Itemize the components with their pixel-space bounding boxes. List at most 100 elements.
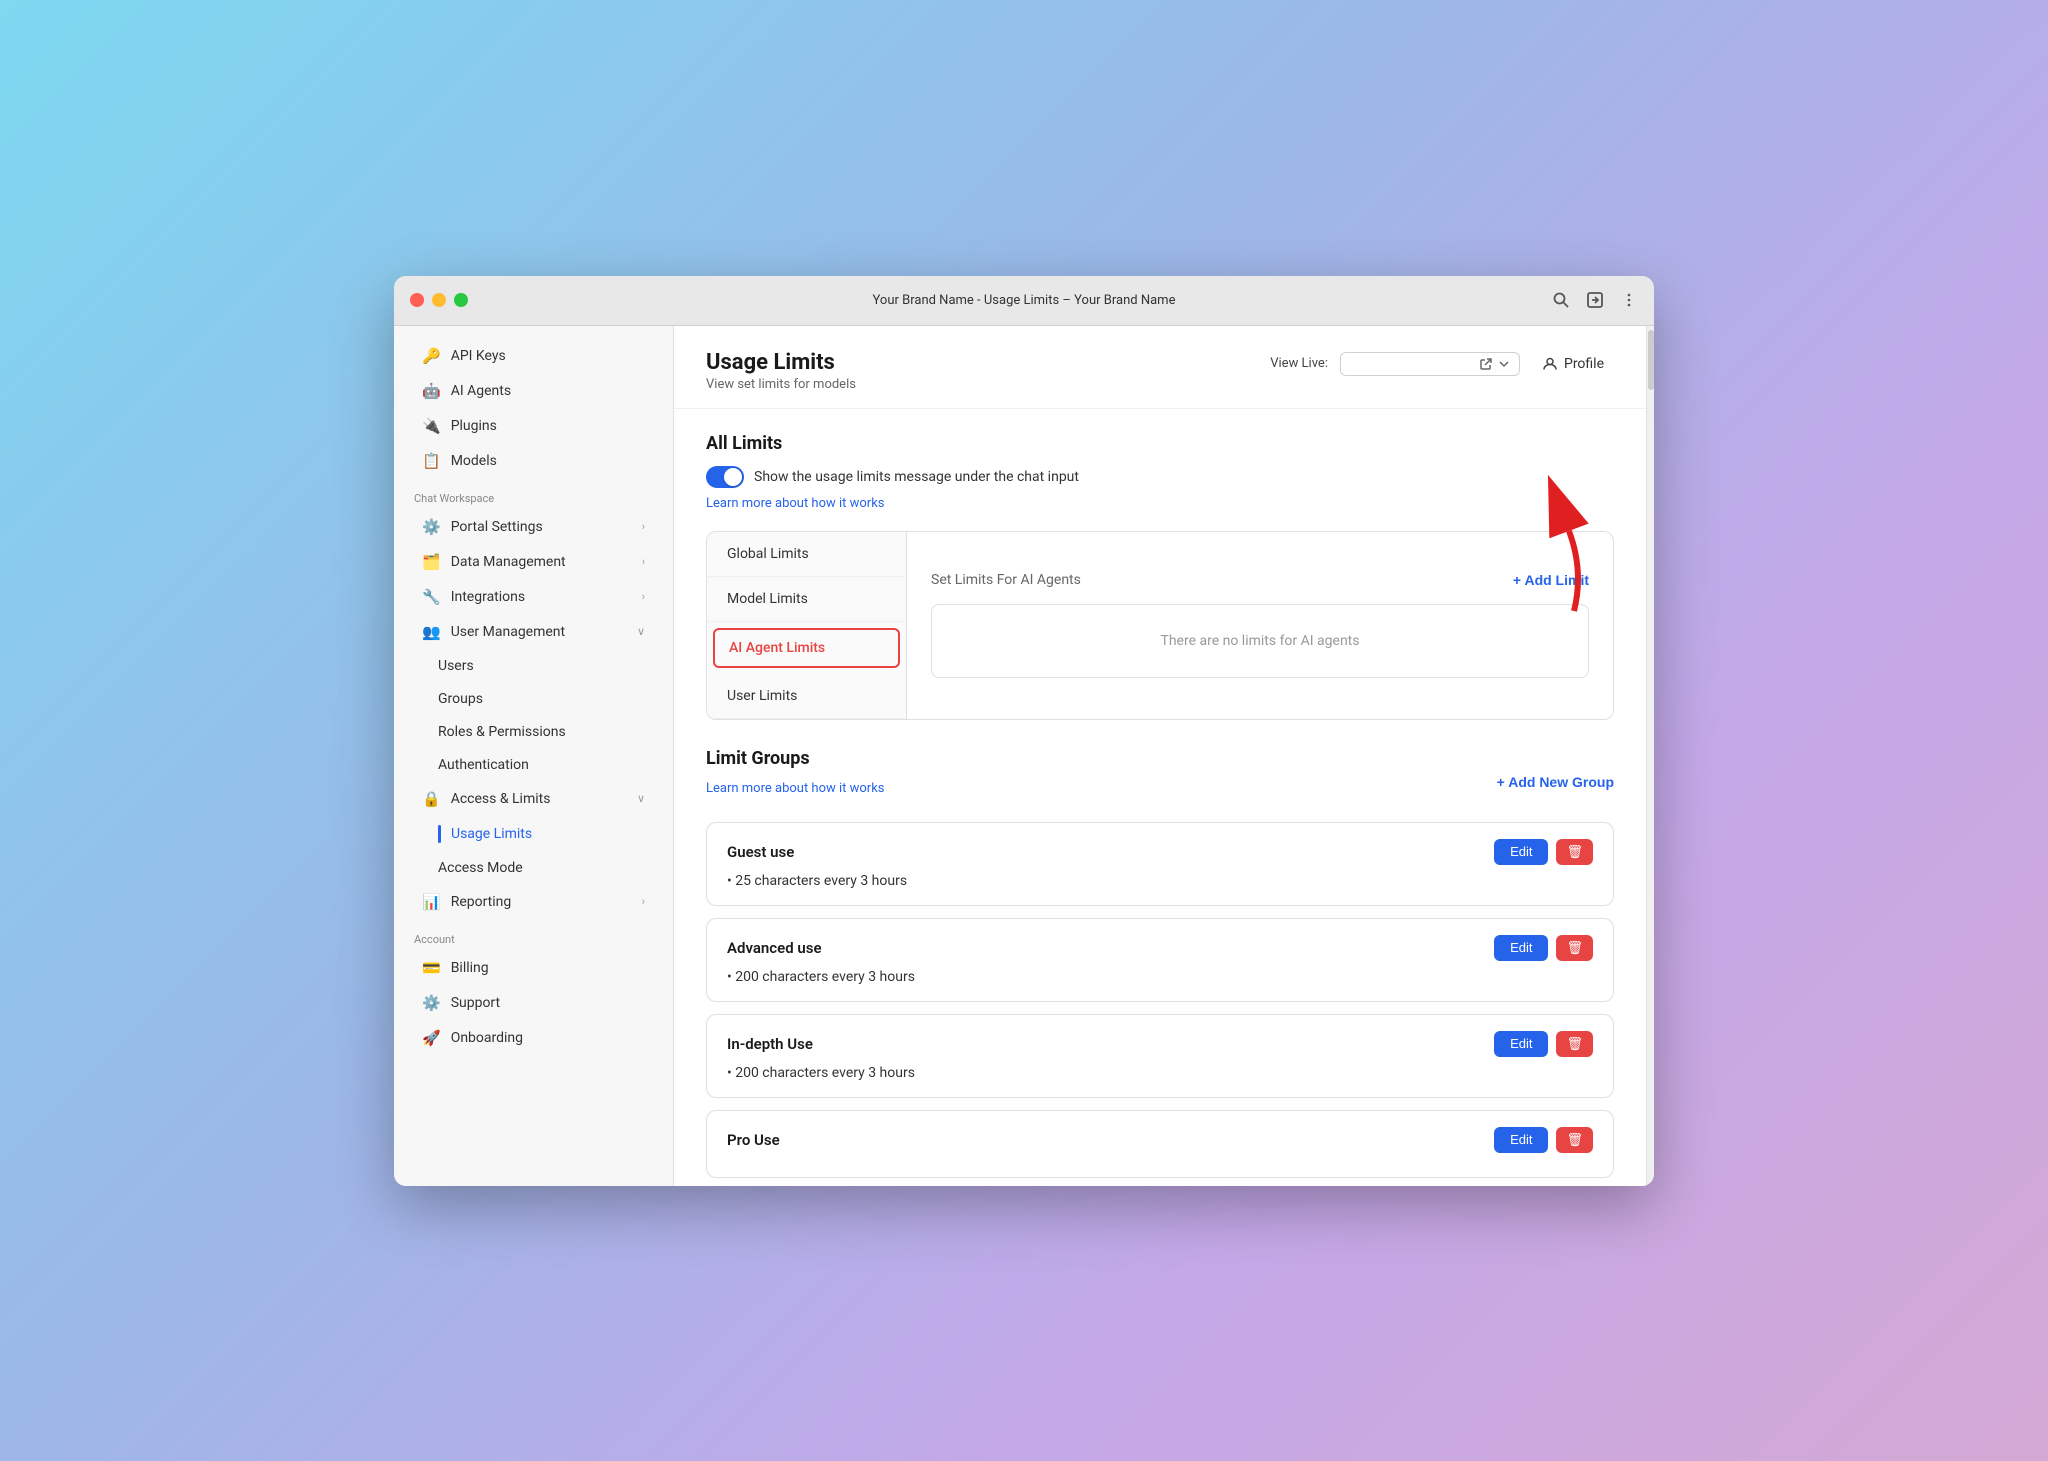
main-header: Usage Limits View set limits for models … [674,326,1646,409]
scrollbar-thumb[interactable] [1648,330,1654,390]
usage-limits-toggle[interactable] [706,466,744,488]
sidebar-item-access-limits[interactable]: 🔒 Access & Limits ∨ [402,782,665,816]
tab-user-limits[interactable]: User Limits [707,674,906,719]
delete-button-guest[interactable]: 🗑 [1556,839,1593,865]
sidebar-item-ai-agents[interactable]: 🤖 AI Agents [402,374,665,408]
user-management-icon: 👥 [422,623,441,641]
sidebar-label-groups: Groups [438,691,483,707]
sidebar-item-access-mode[interactable]: Access Mode [402,852,665,884]
sidebar-label-reporting: Reporting [451,894,512,910]
sidebar-item-data-management[interactable]: 🗂️ Data Management › [402,545,665,579]
external-link-icon [1479,357,1493,371]
sidebar-item-groups[interactable]: Groups [402,683,665,715]
chevron-down-icon[interactable] [1497,357,1511,371]
tabs-column: Global Limits Model Limits AI Agent Limi… [707,532,907,719]
plugin-icon: 🔌 [422,417,441,435]
header-left: Usage Limits View set limits for models [706,350,856,392]
page-title: Usage Limits [706,350,856,375]
group-top-advanced: Advanced use Edit 🗑 [727,935,1593,961]
sidebar-item-portal-settings[interactable]: ⚙️ Portal Settings › [402,510,665,544]
access-limits-icon: 🔒 [422,790,441,808]
tab-model-limits[interactable]: Model Limits [707,577,906,622]
toggle-row: Show the usage limits message under the … [706,466,1614,488]
edit-button-pro[interactable]: Edit [1494,1127,1548,1153]
sidebar-label-integrations: Integrations [451,589,525,605]
limit-groups-title: Limit Groups [706,748,885,769]
sidebar-item-support[interactable]: ⚙️ Support [402,986,665,1020]
group-detail-advanced: 200 characters every 3 hours [727,969,1593,985]
sidebar-item-plugins[interactable]: 🔌 Plugins [402,409,665,443]
edit-button-advanced[interactable]: Edit [1494,935,1548,961]
chevron-right-icon: › [642,590,645,603]
close-button[interactable] [410,293,424,307]
sidebar-item-models[interactable]: 📋 Models [402,444,665,478]
chat-workspace-section-label: Chat Workspace [394,484,673,509]
tab-model-limits-label: Model Limits [727,591,808,607]
sidebar-item-users[interactable]: Users [402,650,665,682]
delete-button-advanced[interactable]: 🗑 [1556,935,1593,961]
limit-groups-header-left: Limit Groups Learn more about how it wor… [706,748,885,816]
sidebar-label-data-management: Data Management [451,554,566,570]
integrations-icon: 🔧 [422,588,441,606]
all-limits-learn-more[interactable]: Learn more about how it works [706,496,1614,511]
sidebar-label-models: Models [451,453,497,469]
tab-ai-agent-limits[interactable]: AI Agent Limits [713,628,900,668]
sidebar-item-billing[interactable]: 💳 Billing [402,951,665,985]
edit-button-in-depth[interactable]: Edit [1494,1031,1548,1057]
sidebar-item-usage-limits[interactable]: Usage Limits [402,817,665,851]
main-content: Usage Limits View set limits for models … [674,326,1646,1186]
sidebar-item-reporting[interactable]: 📊 Reporting › [402,885,665,919]
menu-icon[interactable] [1620,291,1638,309]
limits-tabs-container: Global Limits Model Limits AI Agent Limi… [706,531,1614,720]
minimize-button[interactable] [432,293,446,307]
group-name-advanced: Advanced use [727,939,822,957]
profile-label: Profile [1564,356,1604,372]
delete-button-pro[interactable]: 🗑 [1556,1127,1593,1153]
robot-icon: 🤖 [422,382,441,400]
sidebar-item-api-keys[interactable]: 🔑 API Keys [402,339,665,373]
limit-group-guest-use: Guest use Edit 🗑 25 characters every 3 h… [706,822,1614,906]
sidebar-item-roles-permissions[interactable]: Roles & Permissions [402,716,665,748]
window-title: Your Brand Name - Usage Limits – Your Br… [873,293,1176,308]
chevron-down-icon: ∨ [637,625,645,638]
view-live-input[interactable] [1340,352,1520,376]
maximize-button[interactable] [454,293,468,307]
empty-limits-text: There are no limits for AI agents [1160,633,1359,649]
sidebar-item-integrations[interactable]: 🔧 Integrations › [402,580,665,614]
tab-user-limits-label: User Limits [727,688,797,704]
sidebar-label-portal-settings: Portal Settings [451,519,543,535]
edit-button-guest[interactable]: Edit [1494,839,1548,865]
limit-group-in-depth-use: In-depth Use Edit 🗑 200 characters every… [706,1014,1614,1098]
limit-groups-header: Limit Groups Learn more about how it wor… [706,748,1614,816]
content-area: All Limits Show the usage limits message… [674,409,1646,1186]
all-limits-title: All Limits [706,433,1614,454]
profile-button[interactable]: Profile [1532,350,1614,378]
page-subtitle: View set limits for models [706,377,856,392]
scrollbar-track [1646,326,1654,1186]
add-limit-button[interactable]: + Add Limit [1513,572,1589,588]
sidebar-label-authentication: Authentication [438,757,529,773]
sidebar-item-user-management[interactable]: 👥 User Management ∨ [402,615,665,649]
add-group-button[interactable]: + Add New Group [1497,774,1614,790]
sidebar-label-api-keys: API Keys [451,348,506,364]
view-live-label: View Live: [1270,356,1328,371]
sidebar-label-roles-permissions: Roles & Permissions [438,724,566,740]
tab-global-limits[interactable]: Global Limits [707,532,906,577]
sidebar-label-users: Users [438,658,474,674]
sidebar-item-onboarding[interactable]: 🚀 Onboarding [402,1021,665,1055]
billing-icon: 💳 [422,959,441,977]
sidebar-label-plugins: Plugins [451,418,497,434]
sidebar-label-usage-limits: Usage Limits [451,826,532,842]
limit-group-advanced-use: Advanced use Edit 🗑 200 characters every… [706,918,1614,1002]
search-icon[interactable] [1552,291,1570,309]
share-icon[interactable] [1586,291,1604,309]
sidebar-item-authentication[interactable]: Authentication [402,749,665,781]
limits-panel: Global Limits Model Limits AI Agent Limi… [706,531,1614,720]
group-name-pro: Pro Use [727,1131,780,1149]
group-top-guest: Guest use Edit 🗑 [727,839,1593,865]
delete-button-in-depth[interactable]: 🗑 [1556,1031,1593,1057]
support-icon: ⚙️ [422,994,441,1012]
sidebar-label-access-limits: Access & Limits [451,791,551,807]
limit-groups-learn-more[interactable]: Learn more about how it works [706,781,885,796]
header-right: View Live: [1270,350,1614,378]
